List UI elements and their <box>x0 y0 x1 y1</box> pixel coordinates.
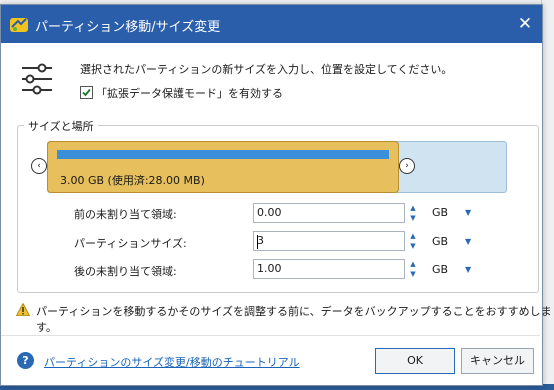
spin-down-icon[interactable]: ▼ <box>406 241 420 251</box>
cancel-button[interactable]: キャンセル <box>461 348 534 374</box>
spin-up-icon[interactable]: ▲ <box>406 231 420 241</box>
footer-divider <box>1 335 540 336</box>
enhanced-data-protection-checkbox[interactable] <box>80 86 93 99</box>
unit-dropdown-icon[interactable]: ▼ <box>465 237 471 246</box>
text-caret <box>257 235 258 249</box>
warning-icon <box>15 302 31 316</box>
group-title: サイズと場所 <box>24 118 98 134</box>
ok-button[interactable]: OK <box>375 348 455 374</box>
partition-size-spinner[interactable]: ▲ ▼ <box>406 231 420 251</box>
tutorial-link[interactable]: パーティションのサイズ変更/移動のチュートリアル <box>44 354 300 370</box>
spin-down-icon[interactable]: ▼ <box>406 213 420 223</box>
instruction-text: 選択されたパーティションの新サイズを入力し、位置を設定してください。 <box>80 63 453 76</box>
before-unit-label: GB <box>432 206 449 219</box>
close-icon[interactable]: ✕ <box>514 13 536 35</box>
partition-size-input[interactable]: 3 <box>253 231 405 251</box>
spin-up-icon[interactable]: ▲ <box>406 259 420 269</box>
resize-left-handle-icon[interactable]: ‹ <box>31 158 47 174</box>
partition-size-label: パーティションサイズ: <box>74 237 187 250</box>
title-bar[interactable]: パーティション移動/サイズ変更 ✕ <box>1 5 542 43</box>
unit-dropdown-icon[interactable]: ▼ <box>465 208 471 217</box>
spin-down-icon[interactable]: ▼ <box>406 269 420 279</box>
before-unallocated-spinner[interactable]: ▲ ▼ <box>406 203 420 223</box>
sliders-icon <box>20 62 54 96</box>
resize-right-handle-icon[interactable]: › <box>399 158 415 174</box>
enhanced-data-protection-label[interactable]: 「拡張データ保護モード」を有効する <box>96 85 283 101</box>
partition-label: 3.00 GB (使用済:28.00 MB) <box>60 174 205 187</box>
after-unit-label: GB <box>432 263 449 276</box>
unit-dropdown-icon[interactable]: ▼ <box>465 265 471 274</box>
after-unallocated-input[interactable]: 1.00 <box>253 259 405 279</box>
partition-used-bar <box>57 150 389 159</box>
after-unallocated-spinner[interactable]: ▲ ▼ <box>406 259 420 279</box>
size-unit-label: GB <box>432 235 449 248</box>
backup-warning-text: パーティションを移動するかそのサイズを調整する前に、データをバックアップすること… <box>36 305 552 334</box>
help-icon[interactable]: ? <box>17 352 34 369</box>
app-icon <box>9 15 29 35</box>
before-unallocated-input[interactable]: 0.00 <box>253 203 405 223</box>
after-unallocated-label: 後の未割り当て領域: <box>74 265 177 278</box>
spin-up-icon[interactable]: ▲ <box>406 203 420 213</box>
before-unallocated-label: 前の未割り当て領域: <box>74 208 177 221</box>
dialog-title: パーティション移動/サイズ変更 <box>35 20 221 35</box>
